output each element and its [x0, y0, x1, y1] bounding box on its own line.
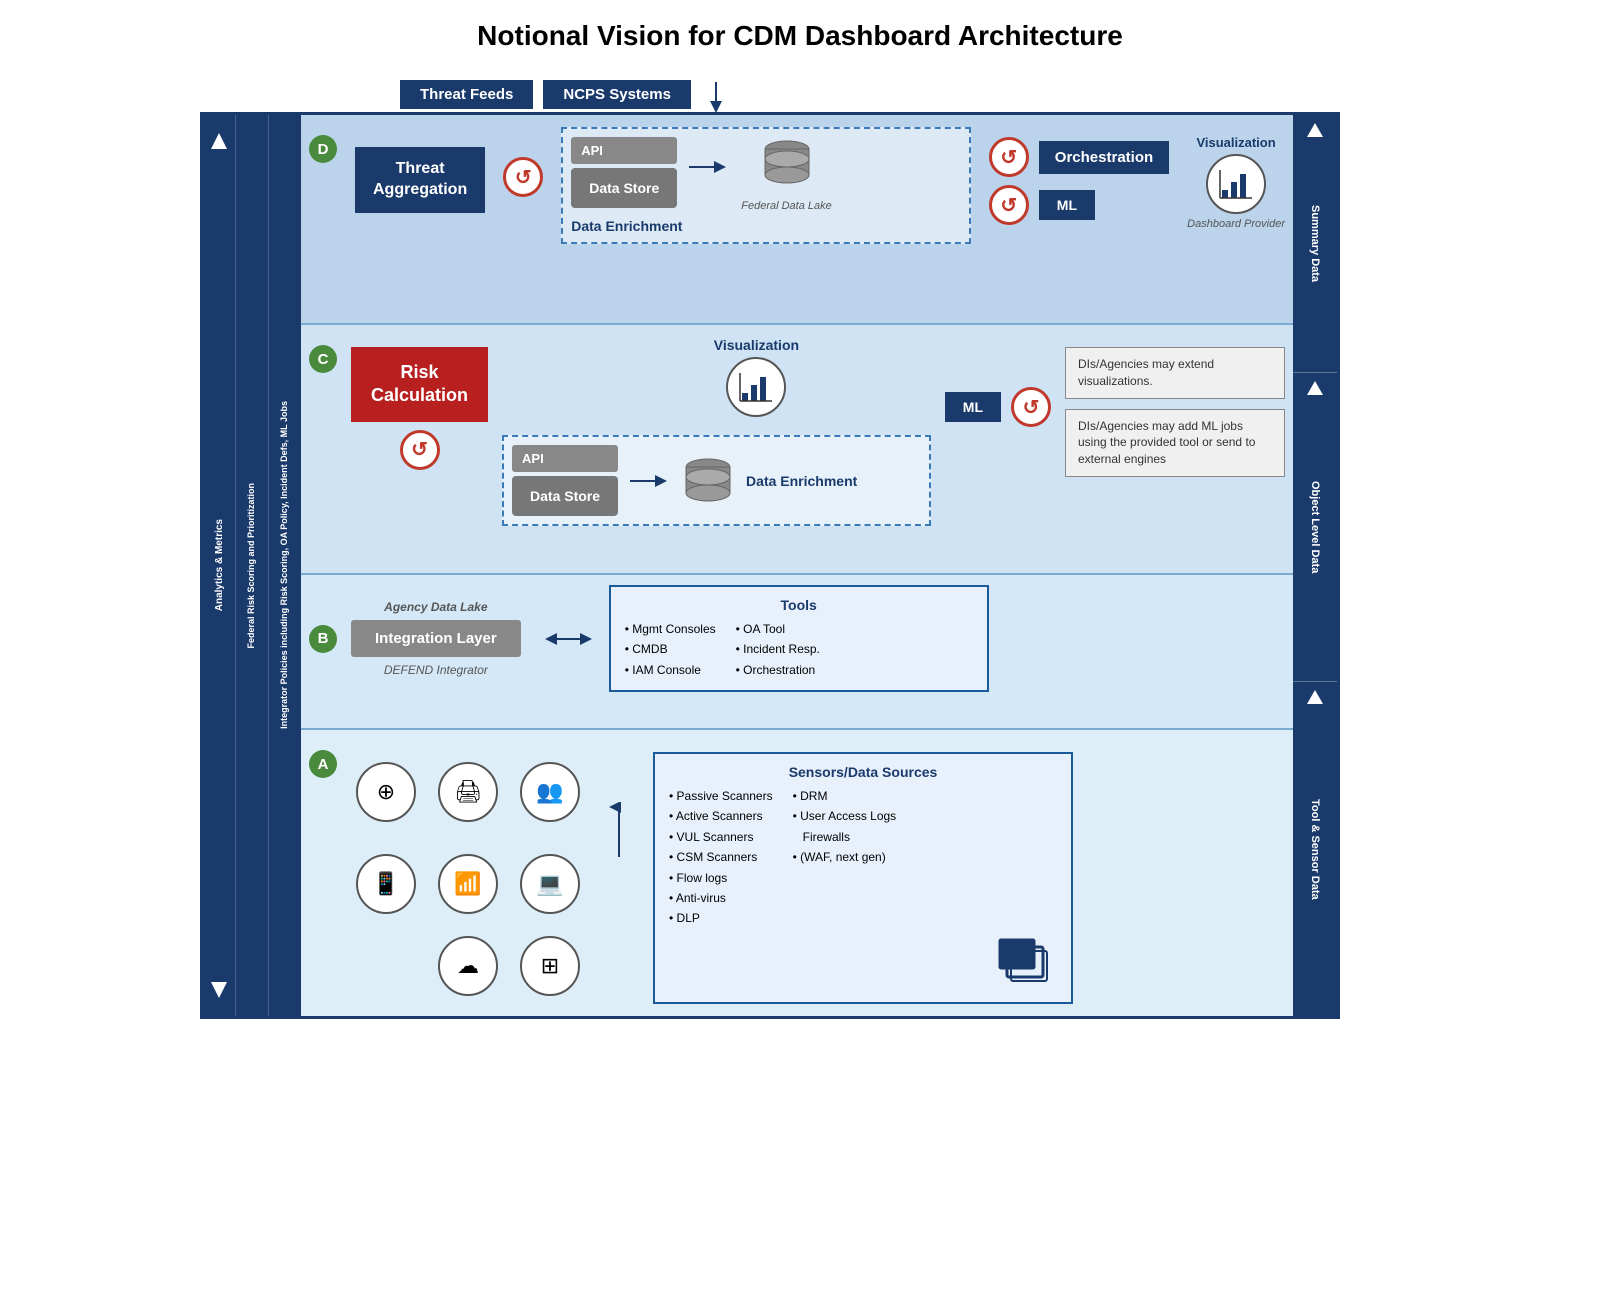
tools-item-iam: • IAM Console: [625, 660, 716, 680]
chart-icon-d: [1206, 154, 1266, 214]
visualization-d-label: Visualization: [1196, 135, 1275, 150]
tools-col2: • OA Tool • Incident Resp. • Orchestrati…: [736, 619, 820, 680]
tools-item-oa: • OA Tool: [736, 619, 820, 639]
top-feeds-area: Threat Feeds NCPS Systems: [200, 72, 1400, 112]
section-c-label: C: [309, 345, 337, 373]
visualization-c-label: Visualization: [714, 337, 799, 353]
chart-icon-c: [726, 357, 786, 417]
refresh-icon-c: ↺: [400, 430, 440, 470]
refresh-icon-ml-c: ↺: [1011, 387, 1051, 427]
table-icon: ⊞: [520, 936, 580, 996]
printer-icon: 🖨: [438, 762, 498, 822]
ml-box-d: ML: [1039, 190, 1095, 220]
refresh-icon-d: ↺: [503, 157, 543, 197]
right-bars: Summary Data Object Level Data Tool & Se…: [1293, 115, 1337, 1016]
arrow-c-to-db: [630, 471, 670, 491]
tool-sensor-arrow: [1307, 690, 1323, 704]
page-title: Notional Vision for CDM Dashboard Archit…: [200, 20, 1400, 52]
integration-layer-box: Integration Layer: [351, 620, 521, 657]
risk-calc-box: Risk Calculation: [351, 347, 488, 422]
dashboard-provider-label: Dashboard Provider: [1187, 218, 1285, 230]
users-icon: 👥: [520, 762, 580, 822]
diagram-region: Analytics & Metrics Federal Risk Scoring…: [200, 112, 1340, 1019]
band-d: D Threat Aggregation ↺ API: [203, 115, 1337, 325]
object-level-arrow: [1307, 381, 1323, 395]
wifi-icon: 📶: [438, 854, 498, 914]
dashed-region-c: API Data Store: [502, 435, 931, 526]
object-level-label: Object Level Data: [1309, 481, 1321, 573]
tools-box: Tools • Mgmt Consoles • CMDB • IAM Conso…: [609, 585, 989, 692]
tools-item-incident: • Incident Resp.: [736, 639, 820, 659]
sensors-col2: • DRM • User Access Logs Firewalls • (WA…: [793, 786, 897, 929]
band-b: B Agency Data Lake Integration Layer DEF…: [203, 575, 1337, 730]
section-a-label: A: [309, 750, 337, 778]
arrow-a-up: [599, 802, 639, 862]
arrow-b-tools: [545, 629, 595, 649]
feed-arrow: [701, 82, 731, 112]
band-c: C Risk Calculation ↺ Visualization: [203, 325, 1337, 575]
laptop-icon: 💻: [520, 854, 580, 914]
tools-title: Tools: [625, 597, 973, 613]
summary-data-label: Summary Data: [1309, 205, 1321, 282]
agency-data-lake-label: Agency Data Lake: [384, 600, 487, 614]
analytics-arrow-up: [211, 133, 227, 149]
db-icon-d: [761, 137, 813, 198]
data-store-d: Data Store: [571, 168, 677, 208]
threat-aggregation-box: Threat Aggregation: [355, 147, 485, 213]
sensors-box: Sensors/Data Sources • Passive Scanners …: [653, 752, 1073, 1004]
threat-feeds-box: Threat Feeds: [400, 80, 533, 109]
tools-item-cmdb: • CMDB: [625, 639, 716, 659]
refresh-icon-orch: ↺: [989, 137, 1029, 177]
device-icons-area: ⊕ 🖨 👥 📱 📶 💻 ☁ ⊞: [351, 752, 585, 996]
tools-item-orch: • Orchestration: [736, 660, 820, 680]
orchestration-box: Orchestration: [1039, 141, 1169, 174]
tool-sensor-label: Tool & Sensor Data: [1309, 799, 1321, 900]
note-visualization: DIs/Agencies may extend visualizations.: [1065, 347, 1285, 399]
sensors-title: Sensors/Data Sources: [669, 764, 1057, 780]
note-ml-jobs: DIs/Agencies may add ML jobs using the p…: [1065, 409, 1285, 477]
left-bars: Analytics & Metrics Federal Risk Scoring…: [203, 115, 301, 1016]
dashed-region-d: API Data Store: [561, 127, 971, 244]
defend-integrator-label: DEFEND Integrator: [384, 663, 488, 677]
ncps-systems-box: NCPS Systems: [543, 80, 691, 109]
summary-data-arrow: [1307, 123, 1323, 137]
refresh-icon-ml: ↺: [989, 185, 1029, 225]
data-enrichment-d-label: Data Enrichment: [571, 218, 961, 234]
band-a: A ⊕ 🖨 👥 📱 📶 💻 ☁ ⊞: [203, 730, 1337, 1016]
analytics-arrow-down: [211, 982, 227, 998]
cdm-logo: [997, 937, 1057, 992]
federal-risk-label: Federal Risk Scoring and Prioritization: [246, 483, 258, 649]
tools-col1: • Mgmt Consoles • CMDB • IAM Console: [625, 619, 716, 680]
ml-box-c: ML: [945, 392, 1001, 422]
data-store-c: Data Store: [512, 476, 618, 516]
integrator-policies-label: Integrator Policies including Risk Scori…: [279, 401, 291, 729]
cloud-icon: ☁: [438, 936, 498, 996]
data-enrichment-c-label: Data Enrichment: [746, 473, 857, 489]
db-icon-c: [682, 455, 734, 507]
mobile-icon: 📱: [356, 854, 416, 914]
tools-item-mgmt: • Mgmt Consoles: [625, 619, 716, 639]
section-b-label: B: [309, 625, 337, 653]
crosshair-icon: ⊕: [356, 762, 416, 822]
arrow-d-right: [689, 157, 729, 177]
sensors-col1: • Passive Scanners • Active Scanners • V…: [669, 786, 773, 929]
api-box-c: API: [512, 445, 618, 472]
analytics-label: Analytics & Metrics: [213, 519, 226, 611]
section-d-label: D: [309, 135, 337, 163]
api-box-d: API: [571, 137, 677, 164]
federal-data-lake-label: Federal Data Lake: [741, 200, 832, 212]
